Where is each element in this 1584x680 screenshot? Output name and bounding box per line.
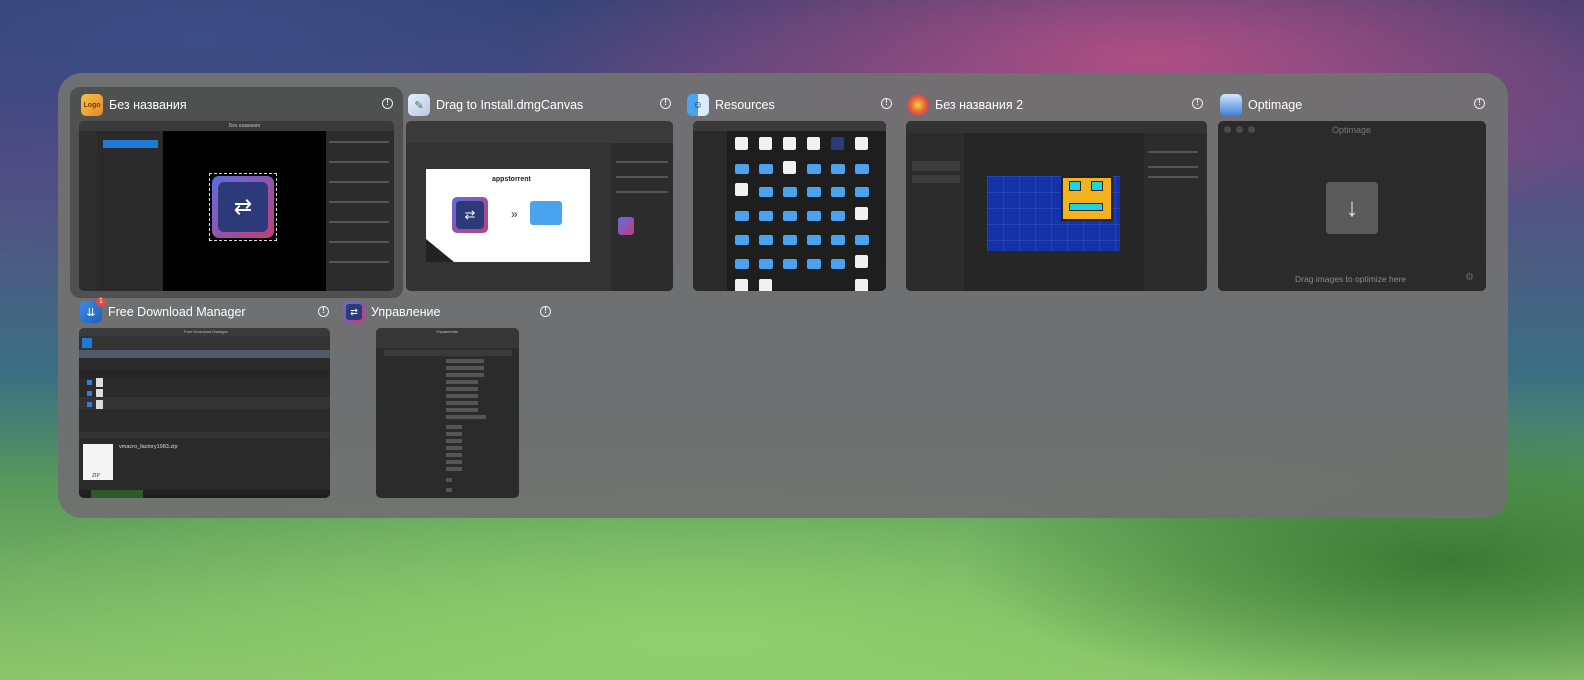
window-title: Free Download Manager bbox=[108, 305, 246, 319]
fdm-file-name: vmacro_factory1983.zip bbox=[119, 444, 178, 450]
settings-app-icon: ⇄ bbox=[343, 301, 365, 323]
info-icon[interactable]: ! bbox=[1474, 98, 1485, 109]
optimage-hint: Drag images to optimize here bbox=[1295, 274, 1407, 284]
info-icon[interactable]: ! bbox=[318, 306, 329, 317]
download-arrow-icon: ↓ bbox=[1326, 182, 1378, 234]
finder-app-icon: ☺ bbox=[687, 94, 709, 116]
window-item-resources[interactable]: ☺ Resources ! bbox=[686, 87, 892, 298]
window-item-dmgcanvas[interactable]: ✎ Drag to Install.dmgCanvas ! appstorren… bbox=[406, 87, 678, 298]
window-thumbnail bbox=[906, 121, 1207, 291]
dmgcanvas-app-icon: ✎ bbox=[408, 94, 430, 116]
thumb-window-title: Без названия bbox=[229, 123, 261, 129]
window-title: Optimage bbox=[1248, 98, 1303, 112]
window-item-pixelmator[interactable]: Без названия 2 ! bbox=[901, 87, 1211, 298]
window-thumbnail: appstorrent ⇄ » bbox=[406, 121, 673, 291]
window-thumbnail: Optimage ↓ Drag images to optimize here … bbox=[1218, 121, 1486, 291]
info-icon[interactable]: ! bbox=[881, 98, 892, 109]
info-icon[interactable]: ! bbox=[540, 306, 551, 317]
window-item-logoist[interactable]: Logo Без названия ! Без названия ⇄ bbox=[70, 87, 403, 298]
notification-badge: 1 bbox=[96, 297, 106, 307]
logoist-app-icon: Logo bbox=[81, 94, 103, 116]
window-item-fdm[interactable]: ⇊ 1 Free Download Manager ! Free Downloa… bbox=[76, 294, 335, 507]
window-thumbnail: Управление bbox=[376, 328, 519, 498]
optimage-window-title: Optimage bbox=[1332, 125, 1372, 135]
zip-label: ZIP bbox=[92, 473, 100, 479]
window-title: Управление bbox=[371, 305, 441, 319]
pixelmator-app-icon bbox=[907, 94, 929, 116]
window-title: Без названия 2 bbox=[935, 98, 1024, 112]
window-item-management[interactable]: ⇄ Управление ! Управление bbox=[341, 294, 561, 507]
fdm-app-icon: ⇊ 1 bbox=[80, 297, 106, 323]
info-icon[interactable]: ! bbox=[382, 98, 393, 109]
window-thumbnail: Без названия ⇄ bbox=[79, 121, 394, 291]
info-icon[interactable]: ! bbox=[1192, 98, 1203, 109]
window-item-optimage[interactable]: Optimage ! Optimage ↓ Drag images to opt… bbox=[1218, 87, 1493, 298]
window-title: Drag to Install.dmgCanvas bbox=[436, 98, 584, 112]
window-switcher-panel: Logo Без названия ! Без названия ⇄ ✎ Dra… bbox=[58, 73, 1508, 518]
fdm-window-title: Free Download Manager bbox=[184, 329, 229, 334]
info-icon[interactable]: ! bbox=[660, 98, 671, 109]
optimage-app-icon bbox=[1220, 94, 1242, 116]
window-title: Без названия bbox=[109, 98, 187, 112]
gear-icon: ⚙ bbox=[1465, 272, 1474, 283]
window-title: Resources bbox=[715, 98, 775, 112]
window-thumbnail bbox=[693, 121, 886, 291]
dmg-brand-text: appstorrent bbox=[492, 176, 531, 183]
mgmt-window-title: Управление bbox=[436, 329, 459, 334]
window-thumbnail: Free Download Manager ZIP vmacro_factory… bbox=[79, 328, 330, 498]
